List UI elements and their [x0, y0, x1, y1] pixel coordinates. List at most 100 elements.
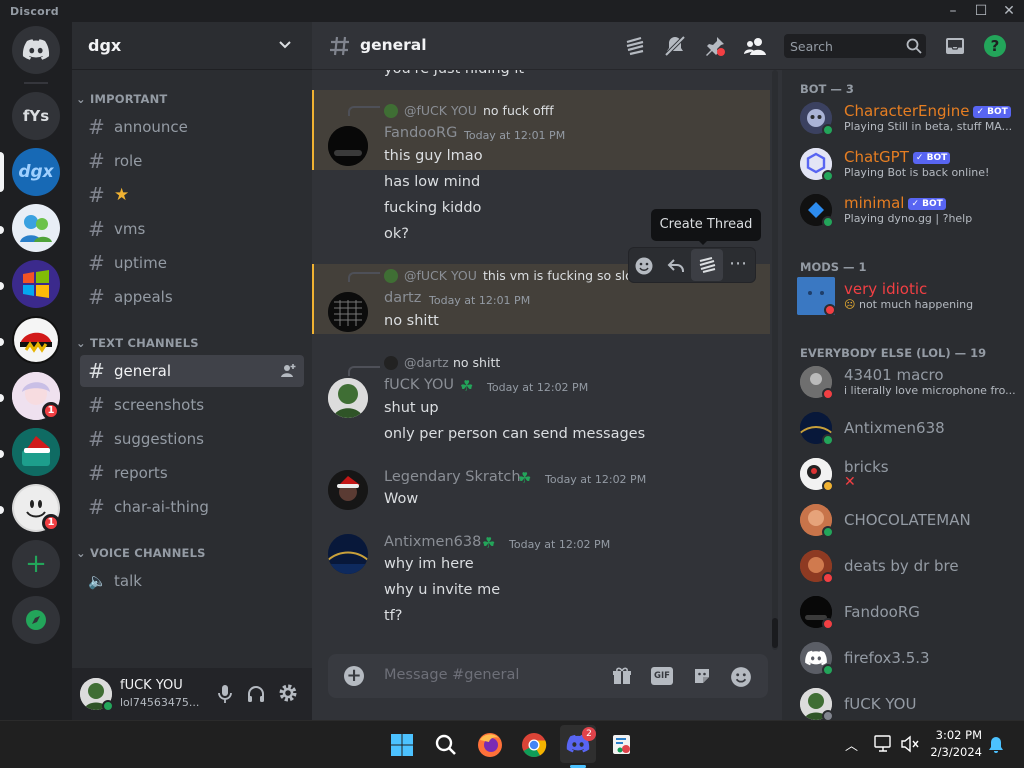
reply-mention[interactable]: @dartz [404, 355, 449, 370]
start-button[interactable] [386, 729, 418, 761]
reply-mention[interactable]: @fUCK YOU [404, 268, 477, 283]
gift-icon[interactable] [612, 666, 632, 686]
author-avatar[interactable] [328, 292, 368, 332]
explore-servers-button[interactable] [12, 596, 60, 644]
server-fys[interactable]: fYs [12, 92, 60, 140]
member-item[interactable]: firefox3.5.3 [800, 636, 1024, 680]
member-item[interactable]: deats by dr bre [800, 544, 1024, 588]
reply-icon[interactable] [666, 256, 686, 276]
create-thread-button[interactable] [691, 249, 723, 281]
headphones-icon[interactable] [246, 684, 266, 704]
author-avatar[interactable] [328, 470, 368, 510]
message-input[interactable]: Message #general [384, 667, 519, 683]
member-item[interactable]: ChatGPT ✓ BOT Playing Bot is back online! [800, 142, 1024, 186]
chat-scrollbar-thumb[interactable] [772, 618, 778, 648]
search-box[interactable]: Search [784, 34, 926, 58]
author-avatar[interactable] [328, 378, 368, 418]
status-online [822, 170, 834, 182]
volume-muted-icon[interactable] [900, 735, 920, 753]
microphone-icon[interactable] [216, 684, 234, 704]
category-important[interactable]: ⌄ IMPORTANT [76, 92, 167, 106]
member-name: fUCK YOU [844, 695, 917, 713]
member-item[interactable]: 43401 macro i literally love microphone … [800, 360, 1024, 404]
author-avatar[interactable] [328, 126, 368, 166]
member-item[interactable]: CharacterEngine ✓ BOT Playing Still in be… [800, 96, 1024, 140]
member-activity: ✕ [844, 474, 856, 490]
hash-icon: # [88, 115, 105, 139]
gif-button[interactable]: GIF [651, 667, 673, 685]
reply-mention[interactable]: @fUCK YOU [404, 103, 477, 118]
channel-appeals[interactable]: # appeals [80, 281, 304, 313]
server-windows[interactable] [12, 260, 60, 308]
channel-label: announce [114, 118, 188, 136]
reply-text[interactable]: no fuck offf [483, 103, 554, 118]
threads-icon[interactable] [624, 35, 646, 57]
add-reaction-icon[interactable] [634, 256, 654, 276]
reply-text[interactable]: this vm is fucking so slow [483, 268, 628, 283]
status-idle [822, 480, 834, 492]
channel-star[interactable]: # ★ [80, 179, 304, 211]
channel-general[interactable]: # general [80, 355, 304, 387]
channel-vms[interactable]: # vms [80, 213, 304, 245]
member-item[interactable]: bricks ✕ [800, 452, 1024, 496]
author-name[interactable]: fUCK YOU [384, 377, 454, 393]
add-server-button[interactable]: + [12, 540, 60, 588]
more-options-icon[interactable]: ⋯ [729, 253, 748, 274]
notification-muted-icon[interactable] [664, 35, 686, 57]
attach-plus-icon[interactable]: + [344, 666, 364, 686]
close-button[interactable]: ✕ [996, 2, 1022, 20]
search-input[interactable]: Search [790, 39, 833, 54]
guild-header[interactable]: dgx [72, 22, 312, 70]
help-icon[interactable]: ? [984, 35, 1006, 57]
author-name[interactable]: Legendary Skratch [384, 469, 521, 485]
channel-uptime[interactable]: # uptime [80, 247, 304, 279]
channel-reports[interactable]: # reports [80, 457, 304, 489]
clock-date[interactable]: 2/3/2024 [924, 745, 982, 759]
server-messenger[interactable] [12, 204, 60, 252]
guild-name: dgx [88, 36, 122, 55]
channel-role[interactable]: # role [80, 145, 304, 177]
notifications-bell-icon[interactable] [988, 736, 1004, 754]
channel-char-ai-thing[interactable]: # char-ai-thing [80, 491, 304, 523]
author-name[interactable]: dartz [384, 290, 421, 306]
sticker-icon[interactable] [692, 666, 712, 686]
emoji-picker-icon[interactable] [730, 666, 752, 688]
taskbar-search-button[interactable] [430, 729, 462, 761]
show-hidden-icons-chevron-icon[interactable]: ︿ [845, 735, 858, 754]
network-icon[interactable] [874, 735, 894, 753]
user-panel: fUCK YOU lol74563475... [72, 668, 312, 720]
member-item[interactable]: CHOCOLATEMAN [800, 498, 1024, 542]
author-avatar[interactable] [328, 534, 368, 574]
minimize-button[interactable]: – [940, 2, 966, 20]
server-dgx[interactable]: dgx [12, 148, 60, 196]
clock-time[interactable]: 3:02 PM [932, 728, 982, 742]
member-item[interactable]: very idiotic ☹ not much happening [797, 274, 1024, 318]
member-item[interactable]: Antixmen638 [800, 406, 1024, 450]
server-christmas[interactable] [12, 428, 60, 476]
bot-badge: ✓ BOT [908, 198, 946, 210]
inbox-icon[interactable] [944, 35, 966, 57]
paint-app[interactable] [606, 729, 638, 761]
reply-text[interactable]: no shitt [453, 355, 500, 370]
home-button[interactable] [12, 26, 60, 74]
firefox-app[interactable] [474, 729, 506, 761]
pinned-messages-icon[interactable] [704, 35, 726, 57]
chat-scrollbar-track[interactable] [772, 70, 778, 650]
settings-gear-icon[interactable] [278, 683, 298, 703]
server-redhat[interactable] [12, 316, 60, 364]
channel-suggestions[interactable]: # suggestions [80, 423, 304, 455]
member-item[interactable]: FandooRG [800, 590, 1024, 634]
voice-channel-talk[interactable]: 🔈 talk [80, 565, 304, 597]
member-list-icon[interactable] [744, 35, 766, 57]
member-item[interactable]: minimal ✓ BOT Playing dyno.gg | ?help [800, 188, 1024, 232]
chrome-app[interactable] [518, 729, 550, 761]
category-text-channels[interactable]: ⌄ TEXT CHANNELS [76, 336, 199, 350]
author-name[interactable]: Antixmen638 [384, 534, 481, 550]
member-name: Antixmen638 [844, 419, 945, 437]
channel-announce[interactable]: # announce [80, 111, 304, 143]
category-voice-channels[interactable]: ⌄ VOICE CHANNELS [76, 546, 206, 560]
author-name[interactable]: FandooRG [384, 125, 457, 141]
status-online [822, 526, 834, 538]
maximize-button[interactable]: ☐ [968, 2, 994, 20]
channel-screenshots[interactable]: # screenshots [80, 389, 304, 421]
